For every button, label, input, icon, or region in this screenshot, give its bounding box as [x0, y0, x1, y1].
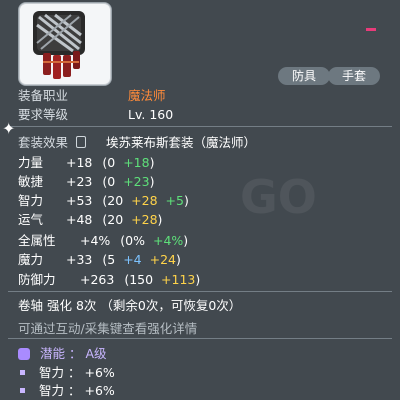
- stat-close: ): [183, 233, 189, 248]
- potential-stat-sep: ：: [67, 383, 81, 398]
- stat-extra: +5: [165, 193, 184, 208]
- potential-stat-name: 智力: [38, 383, 64, 398]
- stat-str: 力量 +18 (0 +18): [18, 153, 154, 172]
- potential-stat-value: +6%: [84, 383, 115, 398]
- stat-defense: 防御力 +263 (150 +113): [18, 270, 200, 289]
- stat-dex: 敏捷 +23 (0 +23): [18, 172, 154, 191]
- lock-icon: [76, 136, 86, 148]
- potential-line: 智力 ： +6%: [18, 364, 115, 382]
- potential-grade: A级: [85, 346, 107, 361]
- potential-icon: [18, 348, 30, 360]
- stat-name: 敏捷: [18, 174, 44, 189]
- stat-close: ): [157, 212, 163, 227]
- item-tooltip: GO 防具 手套 装备职业 魔法师 要求等级 Lv. 160 ✦ 套装效果 埃苏…: [0, 0, 400, 400]
- close-icon[interactable]: [366, 28, 376, 31]
- divider: [8, 338, 392, 339]
- set-name: 埃苏莱布斯套装（魔法师）: [105, 135, 256, 150]
- stat-open: (150: [124, 272, 154, 287]
- set-label: 套装效果: [18, 135, 69, 150]
- stat-extra: +24: [149, 252, 176, 267]
- potential-row: 潜能 ： A级: [18, 345, 107, 363]
- stat-base: +4: [123, 252, 142, 267]
- stat-total: +4%: [79, 233, 111, 248]
- level-label: 要求等级: [18, 107, 69, 122]
- stat-base: +113: [161, 272, 196, 287]
- stat-open: (0: [102, 155, 116, 170]
- stat-total: +18: [65, 155, 93, 170]
- job-value: 魔法师: [127, 88, 166, 103]
- stat-total: +53: [65, 193, 93, 208]
- potential-stat-sep: ：: [67, 365, 81, 380]
- job-label: 装备职业: [18, 88, 69, 103]
- potential-stat-value: +6%: [84, 365, 115, 380]
- divider: [8, 126, 392, 127]
- level-value: Lv. 160: [127, 107, 174, 122]
- glove-icon: [18, 2, 112, 86]
- stat-magic: 魔力 +33 (5 +4 +24): [18, 250, 181, 269]
- stat-name: 智力: [18, 193, 44, 208]
- stat-base: +28: [131, 212, 158, 227]
- tag-category: 防具: [278, 67, 330, 85]
- stat-close: ): [149, 174, 155, 189]
- set-effect-row: 套装效果 埃苏莱布斯套装（魔法师）: [18, 134, 256, 152]
- bullet-icon: [20, 370, 25, 375]
- potential-line: 智力 ： +6%: [18, 382, 115, 400]
- stat-name: 运气: [18, 212, 44, 227]
- stat-name: 魔力: [18, 252, 44, 267]
- stat-close: ): [176, 252, 181, 267]
- watermark-logo: GO: [240, 170, 317, 224]
- potential-sep: ：: [68, 346, 82, 361]
- stat-close: ): [195, 272, 201, 287]
- upgrade-hint: 可通过互动/采集键查看强化详情: [18, 321, 198, 336]
- stat-int: 智力 +53 (20 +28 +5): [18, 191, 189, 210]
- stat-name: 全属性: [18, 233, 56, 248]
- sparkle-icon: ✦: [2, 119, 16, 138]
- stat-open: (0: [102, 174, 116, 189]
- stat-open: (20: [102, 212, 124, 227]
- stat-base: +28: [131, 193, 158, 208]
- stat-total: +23: [65, 174, 93, 189]
- stat-total: +263: [79, 272, 115, 287]
- divider: [8, 291, 392, 292]
- stat-total: +33: [65, 252, 93, 267]
- tag-subcategory: 手套: [328, 67, 380, 85]
- job-row: 装备职业 魔法师: [18, 87, 166, 105]
- stat-total: +48: [65, 212, 93, 227]
- stat-base: +4%: [152, 233, 184, 248]
- stat-close: ): [183, 193, 189, 208]
- bullet-icon: [20, 388, 25, 393]
- stat-open: (0%: [120, 233, 145, 248]
- stat-name: 力量: [18, 155, 44, 170]
- stat-all: 全属性 +4% (0% +4%): [18, 231, 188, 250]
- stat-name: 防御力: [18, 272, 56, 287]
- stat-base: +23: [123, 174, 150, 189]
- stat-luk: 运气 +48 (20 +28): [18, 210, 162, 229]
- stat-open: (5: [102, 252, 116, 267]
- potential-label: 潜能: [39, 346, 65, 361]
- potential-stat-name: 智力: [38, 365, 64, 380]
- scroll-upgrade-row: 卷轴 强化 8次 （剩余0次，可恢复0次）: [18, 298, 242, 313]
- stat-open: (20: [102, 193, 124, 208]
- stat-close: ): [149, 155, 155, 170]
- stat-base: +18: [123, 155, 150, 170]
- level-row: 要求等级 Lv. 160: [18, 106, 173, 124]
